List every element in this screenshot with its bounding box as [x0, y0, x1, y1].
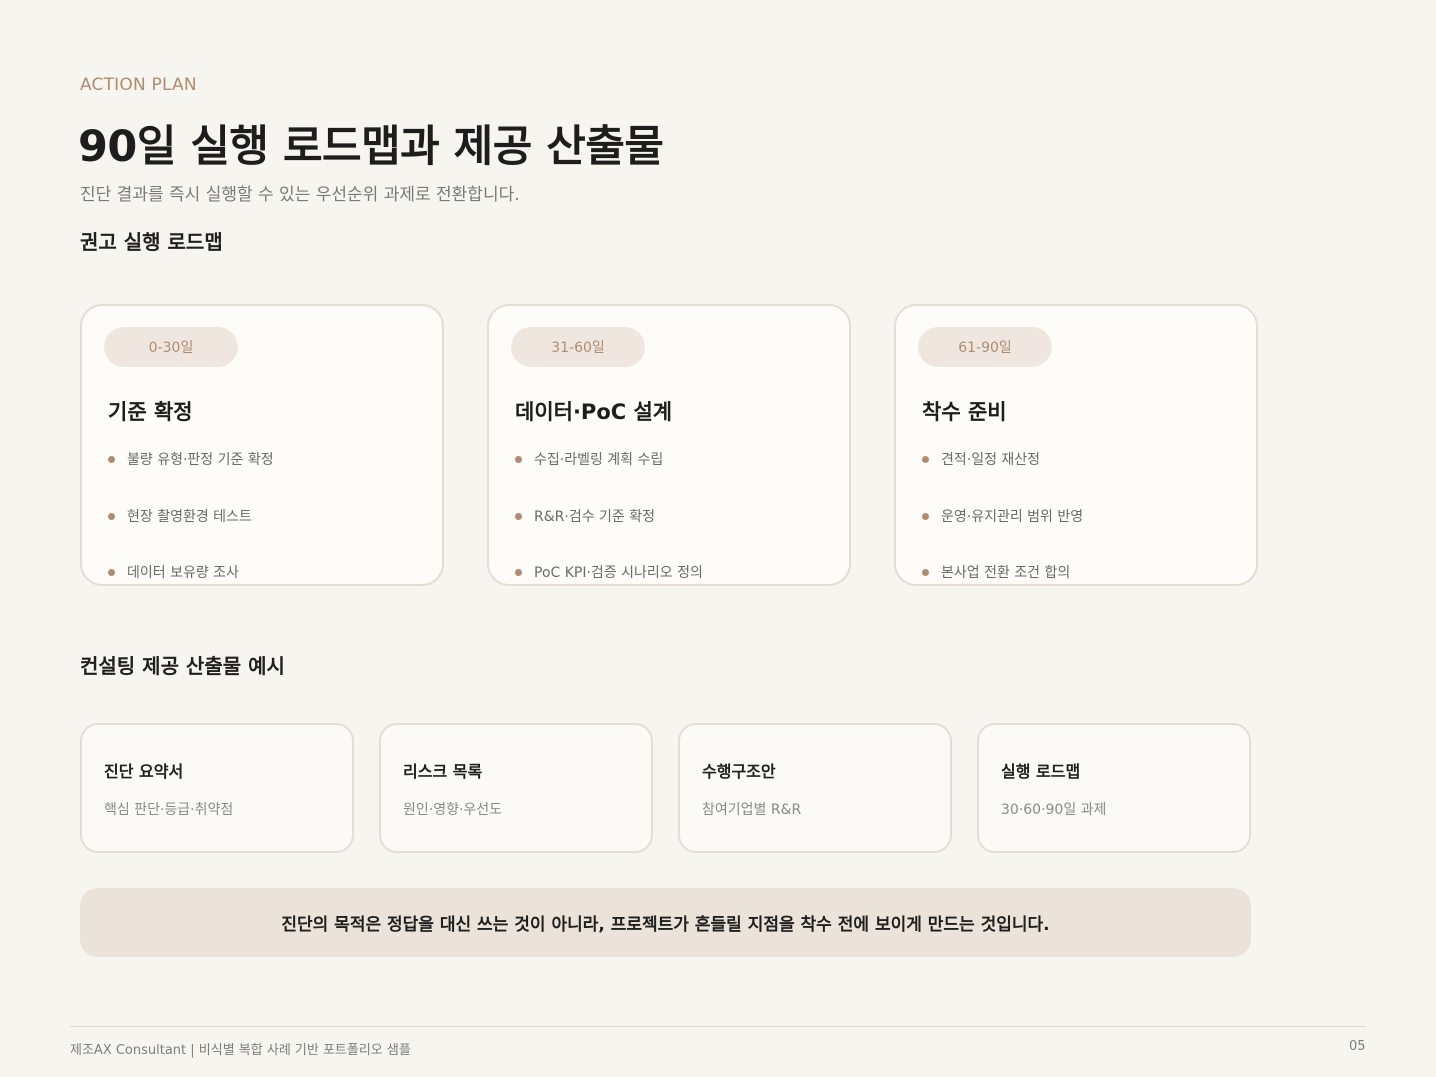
page-title: 90일 실행 로드맵과 제공 산출물: [78, 122, 664, 172]
deliverable-desc: 원인·영향·우선도: [403, 802, 503, 818]
page-number: 05: [1349, 1039, 1366, 1054]
bullet-icon: [515, 455, 522, 463]
phase-period-badge: 0-30일: [104, 327, 238, 367]
key-message-text: 진단의 목적은 정답을 대신 쓰는 것이 아니라, 프로젝트가 흔들릴 지점을 …: [281, 915, 1050, 935]
task-label: R&R·검수 기준 확정: [534, 509, 656, 525]
deliverable-card-risk: 리스크 목록 원인·영향·우선도: [379, 723, 653, 853]
deliverable-card-roadmap: 실행 로드맵 30·60·90일 과제: [977, 723, 1251, 853]
phase-card-31-60: 31-60일 데이터·PoC 설계 수집·라벨링 계획 수립 R&R·검수 기준…: [487, 304, 851, 586]
phase-title: 기준 확정: [108, 400, 193, 424]
bullet-icon: [108, 455, 115, 463]
eyebrow-label: ACTION PLAN: [80, 75, 197, 95]
key-message-banner: 진단의 목적은 정답을 대신 쓰는 것이 아니라, 프로젝트가 흔들릴 지점을 …: [80, 888, 1251, 957]
phase-card-61-90: 61-90일 착수 준비 견적·일정 재산정 운영·유지관리 범위 반영 본사업…: [894, 304, 1258, 586]
footer-caption: 제조AX Consultant | 비식별 복합 사례 기반 포트폴리오 샘플: [70, 1043, 411, 1058]
list-item: PoC KPI·검증 시나리오 정의: [515, 562, 703, 582]
task-label: 불량 유형·판정 기준 확정: [127, 452, 274, 468]
task-label: 본사업 전환 조건 합의: [941, 565, 1071, 581]
task-label: 수집·라벨링 계획 수립: [534, 452, 664, 468]
deliverable-card-structure: 수행구조안 참여기업별 R&R: [678, 723, 952, 853]
bullet-icon: [922, 512, 929, 520]
deliverable-title: 리스크 목록: [403, 762, 483, 781]
deliverables-heading: 컨설팅 제공 산출물 예시: [80, 654, 285, 678]
bullet-icon: [108, 512, 115, 520]
page-subtitle: 진단 결과를 즉시 실행할 수 있는 우선순위 과제로 전환합니다.: [80, 185, 520, 205]
bullet-icon: [922, 455, 929, 463]
task-label: 운영·유지관리 범위 반영: [941, 509, 1084, 525]
deliverable-card-summary: 진단 요약서 핵심 판단·등급·취약점: [80, 723, 354, 853]
bullet-icon: [922, 568, 929, 576]
bullet-icon: [108, 568, 115, 576]
task-label: PoC KPI·검증 시나리오 정의: [534, 565, 703, 581]
list-item: 운영·유지관리 범위 반영: [922, 506, 1083, 526]
list-item: 불량 유형·판정 기준 확정: [108, 449, 274, 469]
deliverable-desc: 30·60·90일 과제: [1001, 802, 1107, 818]
list-item: 본사업 전환 조건 합의: [922, 562, 1070, 582]
task-label: 현장 촬영환경 테스트: [127, 509, 252, 525]
bullet-icon: [515, 568, 522, 576]
list-item: 데이터 보유량 조사: [108, 562, 239, 582]
deliverable-title: 실행 로드맵: [1001, 762, 1081, 781]
phase-period-badge: 61-90일: [918, 327, 1052, 367]
phase-title: 데이터·PoC 설계: [515, 400, 673, 424]
deliverable-title: 진단 요약서: [104, 762, 184, 781]
footer-divider: [70, 1026, 1366, 1027]
deliverable-title: 수행구조안: [702, 762, 776, 781]
bullet-icon: [515, 512, 522, 520]
list-item: R&R·검수 기준 확정: [515, 506, 655, 526]
deliverable-desc: 핵심 판단·등급·취약점: [104, 802, 234, 818]
deliverable-desc: 참여기업별 R&R: [702, 802, 802, 818]
list-item: 수집·라벨링 계획 수립: [515, 449, 663, 469]
task-label: 데이터 보유량 조사: [127, 565, 239, 581]
list-item: 견적·일정 재산정: [922, 449, 1040, 469]
task-label: 견적·일정 재산정: [941, 452, 1041, 468]
phase-title: 착수 준비: [922, 400, 1007, 424]
roadmap-heading: 권고 실행 로드맵: [80, 230, 223, 254]
list-item: 현장 촬영환경 테스트: [108, 506, 252, 526]
phase-period-badge: 31-60일: [511, 327, 645, 367]
phase-card-0-30: 0-30일 기준 확정 불량 유형·판정 기준 확정 현장 촬영환경 테스트 데…: [80, 304, 444, 586]
